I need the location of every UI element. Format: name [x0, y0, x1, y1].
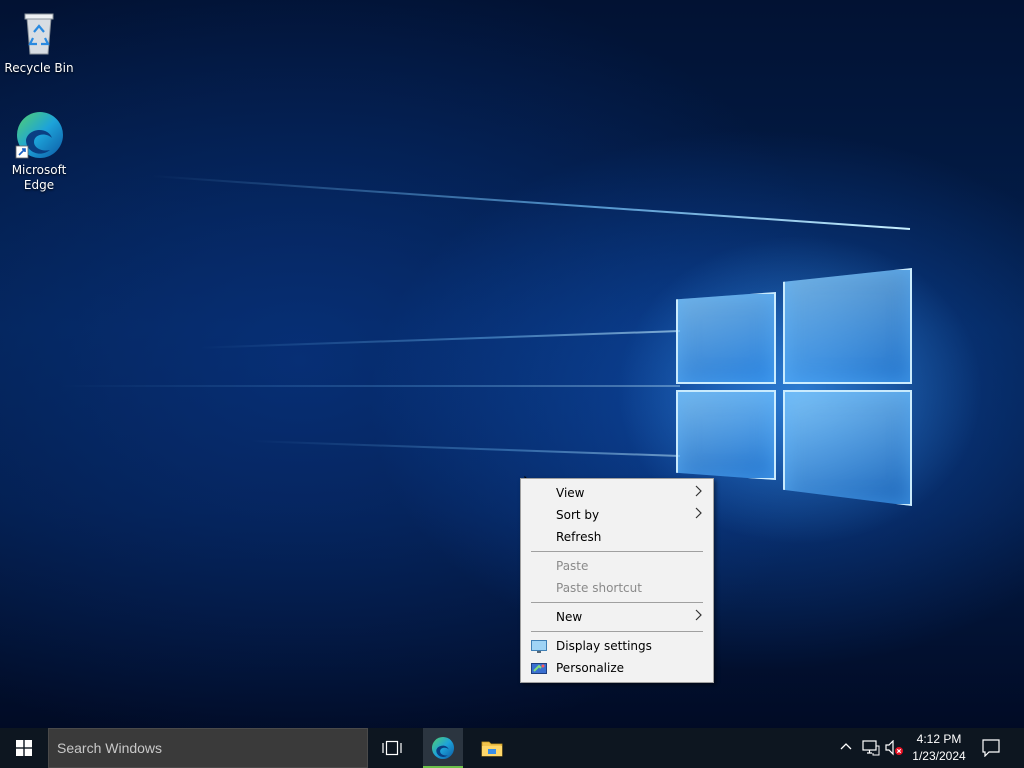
logo-pane-top-right — [783, 268, 912, 384]
light-beam — [60, 385, 680, 387]
menu-item-paste-shortcut[interactable]: Paste shortcut — [523, 577, 711, 599]
menu-item-paste[interactable]: Paste — [523, 555, 711, 577]
action-center-button[interactable] — [982, 739, 1000, 761]
clock[interactable]: 4:12 PM 1/23/2024 — [906, 731, 972, 765]
menu-item-new[interactable]: New — [523, 606, 711, 628]
network-tray-button[interactable] — [862, 740, 880, 760]
menu-item-personalize[interactable]: Personalize — [523, 657, 711, 679]
light-beam — [250, 439, 681, 457]
volume-muted-icon — [885, 739, 903, 756]
menu-item-sort-by[interactable]: Sort by — [523, 504, 711, 526]
task-view-icon — [382, 740, 402, 756]
search-placeholder: Search Windows — [57, 740, 163, 756]
clock-date: 1/23/2024 — [912, 749, 966, 763]
recycle-bin-icon — [14, 8, 64, 58]
notification-icon — [982, 739, 1000, 758]
menu-item-personalize-label: Personalize — [556, 661, 625, 675]
personalize-icon — [531, 661, 547, 675]
logo-pane-bottom-left — [676, 390, 776, 480]
chevron-up-icon — [840, 743, 852, 750]
edge-icon — [14, 110, 64, 160]
file-explorer-icon — [481, 741, 503, 757]
recycle-bin-label: Recycle Bin — [4, 61, 74, 75]
menu-separator — [531, 551, 703, 552]
desktop-context-menu: View Sort by Refresh Paste Paste shortcu… — [520, 478, 714, 683]
chevron-right-icon — [695, 504, 703, 526]
taskbar: Search Windows 4:12 PM 1/23/2024 — [0, 728, 1024, 768]
light-beam — [151, 174, 911, 230]
menu-item-display-settings[interactable]: Display settings — [523, 635, 711, 657]
desktop-icon-microsoft-edge[interactable]: Microsoft Edge — [3, 110, 75, 193]
chevron-right-icon — [695, 606, 703, 628]
menu-separator — [531, 602, 703, 603]
menu-item-sort-by-label: Sort by — [556, 508, 600, 522]
display-settings-icon — [531, 639, 547, 653]
logo-pane-bottom-right — [783, 390, 912, 506]
edge-label-line1: Microsoft — [11, 163, 67, 177]
chevron-right-icon — [695, 482, 703, 504]
network-icon — [862, 740, 880, 756]
menu-item-display-settings-label: Display settings — [556, 639, 652, 653]
task-view-button[interactable] — [372, 728, 412, 768]
menu-item-refresh[interactable]: Refresh — [523, 526, 711, 548]
menu-item-view-label: View — [556, 486, 585, 500]
taskbar-edge-button[interactable] — [423, 728, 463, 768]
taskbar-file-explorer-button[interactable] — [471, 728, 511, 768]
logo-pane-top-left — [676, 292, 776, 384]
light-beam — [200, 330, 681, 349]
windows-logo-icon — [16, 740, 32, 756]
menu-item-paste-shortcut-label: Paste shortcut — [556, 581, 642, 595]
search-input[interactable]: Search Windows — [48, 728, 368, 768]
clock-time: 4:12 PM — [916, 732, 962, 746]
start-button[interactable] — [0, 728, 48, 768]
menu-item-new-label: New — [556, 610, 583, 624]
menu-separator — [531, 631, 703, 632]
menu-item-refresh-label: Refresh — [556, 530, 602, 544]
volume-tray-button[interactable] — [885, 739, 905, 760]
show-hidden-icons-button[interactable] — [839, 740, 853, 758]
edge-icon — [431, 736, 455, 760]
desktop-icon-recycle-bin[interactable]: Recycle Bin — [3, 8, 75, 76]
desktop[interactable]: Recycle Bin Microsoft Edge View Sort by … — [0, 0, 1024, 728]
menu-item-paste-label: Paste — [556, 559, 589, 573]
menu-item-view[interactable]: View — [523, 482, 711, 504]
edge-label-line2: Edge — [23, 178, 55, 192]
